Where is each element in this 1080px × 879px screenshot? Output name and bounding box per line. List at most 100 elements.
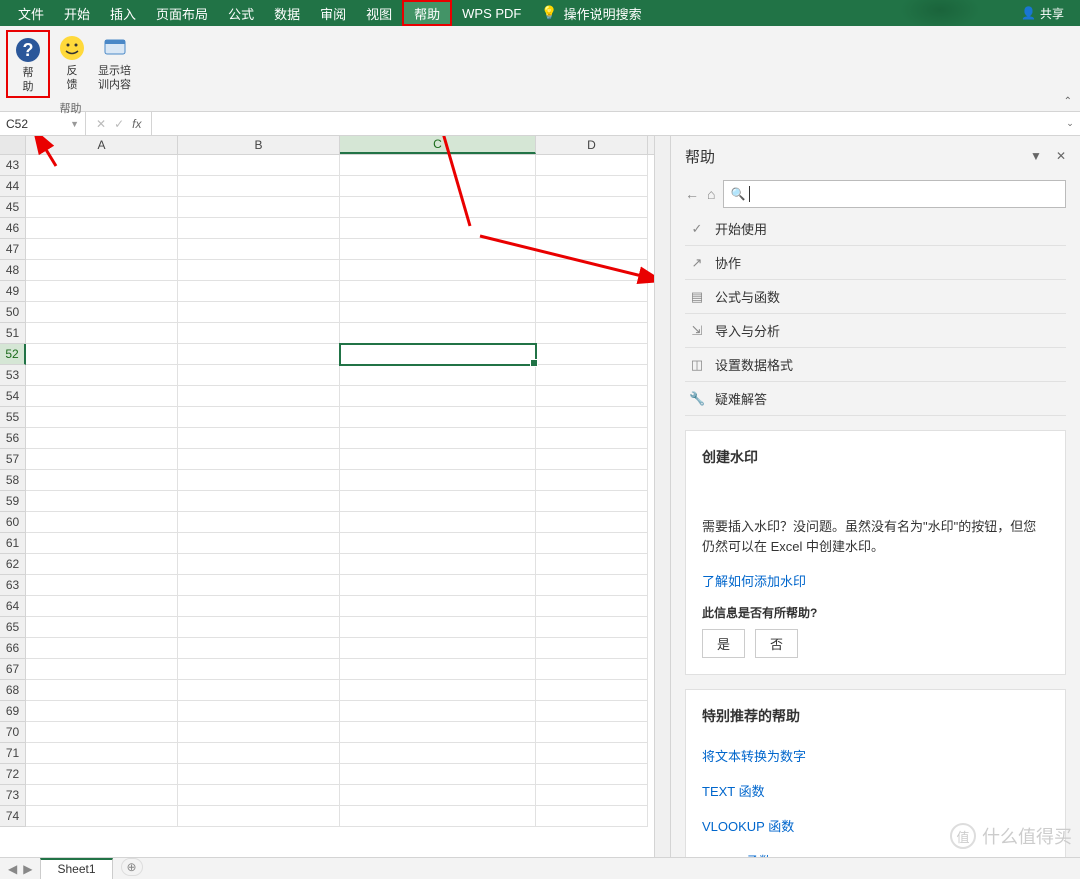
cell-B46[interactable] [178,218,340,239]
cell-A60[interactable] [26,512,178,533]
cell-A67[interactable] [26,659,178,680]
cell-B43[interactable] [178,155,340,176]
tab-data[interactable]: 数据 [264,0,310,26]
help-search-input[interactable]: 🔍 [723,180,1066,208]
tab-help[interactable]: 帮助 [402,0,452,26]
cell-C46[interactable] [340,218,536,239]
cell-C70[interactable] [340,722,536,743]
cell-C49[interactable] [340,281,536,302]
sheet-next-icon[interactable]: ▶ [23,862,32,876]
cell-D74[interactable] [536,806,648,827]
cell-D69[interactable] [536,701,648,722]
cell-C50[interactable] [340,302,536,323]
cell-B65[interactable] [178,617,340,638]
cell-A74[interactable] [26,806,178,827]
row-header-63[interactable]: 63 [0,575,26,596]
cell-A59[interactable] [26,491,178,512]
cell-B67[interactable] [178,659,340,680]
cell-B70[interactable] [178,722,340,743]
tell-me-search[interactable]: 💡 操作说明搜索 [531,0,651,26]
cell-A65[interactable] [26,617,178,638]
new-sheet-button[interactable]: ⊕ [121,858,143,876]
feedback-yes-button[interactable]: 是 [702,629,745,658]
cell-A69[interactable] [26,701,178,722]
cell-D62[interactable] [536,554,648,575]
cell-C65[interactable] [340,617,536,638]
col-header-C[interactable]: C [340,136,536,154]
cell-A73[interactable] [26,785,178,806]
row-header-67[interactable]: 67 [0,659,26,680]
cell-D59[interactable] [536,491,648,512]
cell-C45[interactable] [340,197,536,218]
cell-A48[interactable] [26,260,178,281]
cell-D71[interactable] [536,743,648,764]
cell-D49[interactable] [536,281,648,302]
cell-A68[interactable] [26,680,178,701]
cell-A49[interactable] [26,281,178,302]
cell-C66[interactable] [340,638,536,659]
recommended-link-3[interactable]: SUMIF 函数 [702,843,1049,857]
cell-B50[interactable] [178,302,340,323]
cell-B74[interactable] [178,806,340,827]
close-icon[interactable]: ✕ [1056,149,1066,163]
cell-B66[interactable] [178,638,340,659]
cell-C55[interactable] [340,407,536,428]
show-training-button[interactable]: 显示培 训内容 [94,30,135,98]
tab-file[interactable]: 文件 [8,0,54,26]
fx-icon[interactable]: fx [132,117,141,131]
cell-A46[interactable] [26,218,178,239]
cell-D52[interactable] [536,344,648,365]
cell-A64[interactable] [26,596,178,617]
cell-B52[interactable] [178,344,340,365]
cell-D65[interactable] [536,617,648,638]
cell-D55[interactable] [536,407,648,428]
row-header-72[interactable]: 72 [0,764,26,785]
cell-B68[interactable] [178,680,340,701]
cell-D60[interactable] [536,512,648,533]
cell-B51[interactable] [178,323,340,344]
cell-A47[interactable] [26,239,178,260]
cell-A62[interactable] [26,554,178,575]
cell-B45[interactable] [178,197,340,218]
cell-D56[interactable] [536,428,648,449]
cell-C48[interactable] [340,260,536,281]
cell-C58[interactable] [340,470,536,491]
col-header-D[interactable]: D [536,136,648,154]
cell-A51[interactable] [26,323,178,344]
expand-formula-bar[interactable]: ⌄ [1060,112,1080,135]
cell-D72[interactable] [536,764,648,785]
cell-D58[interactable] [536,470,648,491]
row-header-60[interactable]: 60 [0,512,26,533]
cell-B47[interactable] [178,239,340,260]
cell-B60[interactable] [178,512,340,533]
row-header-45[interactable]: 45 [0,197,26,218]
learn-more-link[interactable]: 了解如何添加水印 [702,571,806,590]
cell-C60[interactable] [340,512,536,533]
cell-B61[interactable] [178,533,340,554]
cell-C73[interactable] [340,785,536,806]
cell-B59[interactable] [178,491,340,512]
help-button[interactable]: ? 帮 助 [6,30,50,98]
cell-A61[interactable] [26,533,178,554]
cell-B64[interactable] [178,596,340,617]
cell-B57[interactable] [178,449,340,470]
cell-D51[interactable] [536,323,648,344]
cell-D67[interactable] [536,659,648,680]
cell-C59[interactable] [340,491,536,512]
cell-C67[interactable] [340,659,536,680]
cell-A63[interactable] [26,575,178,596]
cell-B56[interactable] [178,428,340,449]
row-header-51[interactable]: 51 [0,323,26,344]
cell-B73[interactable] [178,785,340,806]
cell-A56[interactable] [26,428,178,449]
cell-C72[interactable] [340,764,536,785]
row-header-73[interactable]: 73 [0,785,26,806]
cell-C53[interactable] [340,365,536,386]
collapse-ribbon-button[interactable]: ⌃ [1064,96,1072,107]
cell-D64[interactable] [536,596,648,617]
cell-C63[interactable] [340,575,536,596]
spreadsheet-grid[interactable]: ABCD434445464748495051525354555657585960… [0,136,654,827]
row-header-56[interactable]: 56 [0,428,26,449]
cell-D44[interactable] [536,176,648,197]
cell-D45[interactable] [536,197,648,218]
